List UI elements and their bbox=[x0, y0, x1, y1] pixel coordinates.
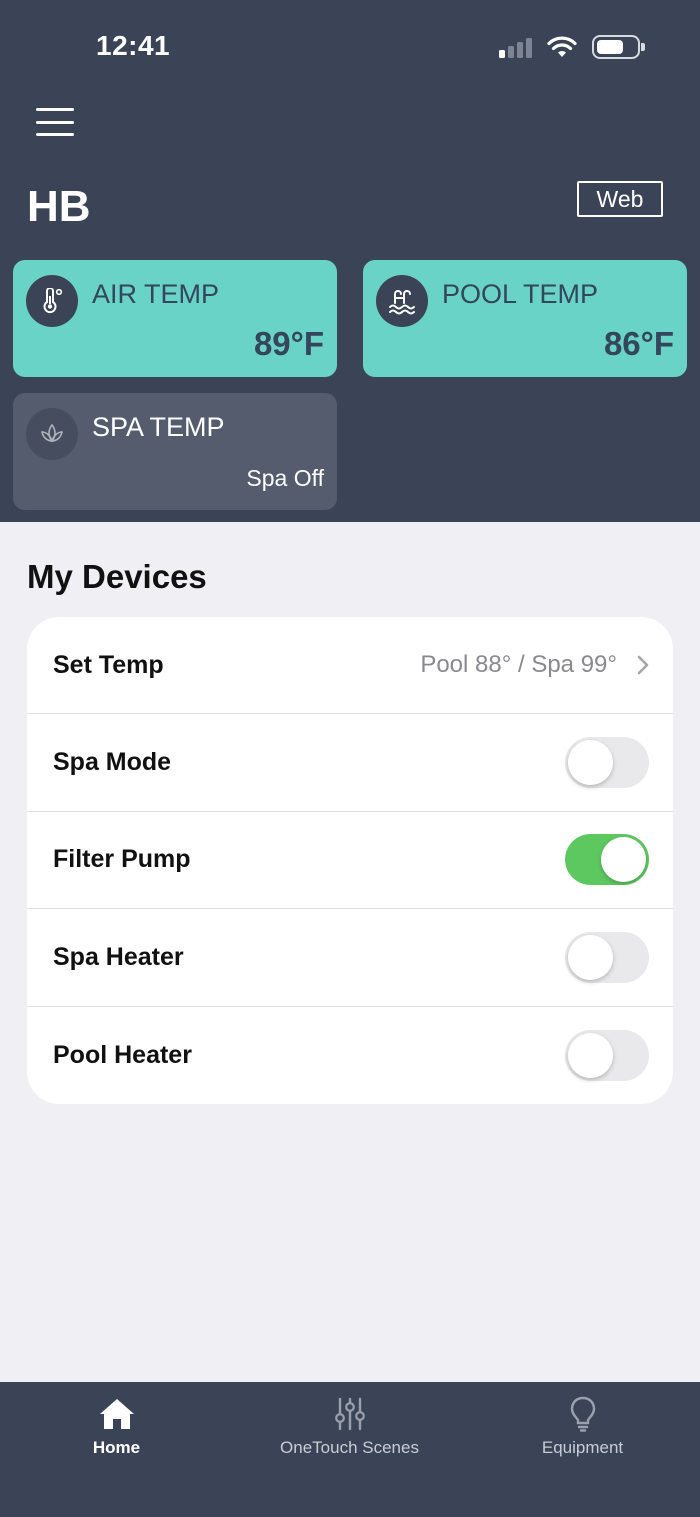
sliders-icon bbox=[334, 1396, 366, 1432]
status-time: 12:41 bbox=[96, 30, 171, 61]
status-icons bbox=[499, 34, 645, 60]
header-panel: 12:41 HB Web AIR TEMP 89°F POOL TEMP 86°… bbox=[0, 0, 700, 522]
air-temp-label: AIR TEMP bbox=[92, 279, 220, 309]
pool-temp-value: 86°F bbox=[603, 325, 674, 362]
tab-label: Equipment bbox=[541, 1438, 624, 1457]
battery-icon bbox=[592, 35, 645, 59]
set-temp-label: Set Temp bbox=[53, 650, 164, 679]
thermometer-icon bbox=[26, 275, 78, 327]
device-row-spa-mode: Spa Mode bbox=[27, 714, 673, 812]
wifi-icon bbox=[547, 36, 577, 57]
tab-label: OneTouch Scenes bbox=[280, 1438, 419, 1457]
set-temp-row[interactable]: Set Temp Pool 88° / Spa 99° bbox=[27, 617, 673, 715]
lotus-icon bbox=[26, 408, 78, 460]
web-button[interactable]: Web bbox=[577, 181, 663, 217]
chevron-right-icon bbox=[637, 655, 649, 675]
spa-temp-card[interactable]: SPA TEMP Spa Off bbox=[13, 393, 337, 510]
home-icon bbox=[98, 1396, 136, 1432]
device-label: Spa Heater bbox=[53, 942, 184, 971]
air-temp-value: 89°F bbox=[253, 325, 324, 362]
cellular-signal-icon bbox=[499, 36, 532, 58]
site-title: HB bbox=[27, 182, 91, 231]
spa-heater-toggle[interactable] bbox=[565, 931, 649, 983]
tab-label: Home bbox=[92, 1438, 141, 1457]
devices-list: Set Temp Pool 88° / Spa 99° Spa Mode Fil… bbox=[27, 617, 673, 1104]
tab-equipment[interactable]: Equipment bbox=[466, 1382, 699, 1477]
device-label: Filter Pump bbox=[53, 845, 191, 874]
device-row-spa-heater: Spa Heater bbox=[27, 909, 673, 1007]
pool-heater-toggle[interactable] bbox=[565, 1029, 649, 1081]
spa-mode-toggle[interactable] bbox=[565, 737, 649, 789]
device-label: Spa Mode bbox=[53, 748, 172, 777]
tab-home[interactable]: Home bbox=[0, 1382, 233, 1477]
air-temp-card[interactable]: AIR TEMP 89°F bbox=[13, 260, 337, 377]
my-devices-title: My Devices bbox=[27, 558, 207, 595]
pool-temp-label: POOL TEMP bbox=[442, 279, 599, 309]
pool-ladder-icon bbox=[376, 275, 428, 327]
set-temp-value: Pool 88° / Spa 99° bbox=[420, 651, 617, 679]
tab-onetouch-scenes[interactable]: OneTouch Scenes bbox=[233, 1382, 466, 1477]
device-row-filter-pump: Filter Pump bbox=[27, 812, 673, 910]
hamburger-menu-icon[interactable] bbox=[36, 108, 74, 136]
device-row-pool-heater: Pool Heater bbox=[27, 1007, 673, 1104]
spa-temp-label: SPA TEMP bbox=[92, 412, 225, 442]
device-label: Pool Heater bbox=[53, 1040, 192, 1069]
lightbulb-icon bbox=[569, 1396, 597, 1432]
spa-temp-value: Spa Off bbox=[246, 465, 324, 491]
filter-pump-toggle[interactable] bbox=[565, 834, 649, 886]
set-temp-detail[interactable]: Pool 88° / Spa 99° bbox=[420, 651, 649, 679]
pool-temp-card[interactable]: POOL TEMP 86°F bbox=[363, 260, 687, 377]
tab-bar: Home OneTouch Scenes Equipment bbox=[0, 1382, 700, 1517]
